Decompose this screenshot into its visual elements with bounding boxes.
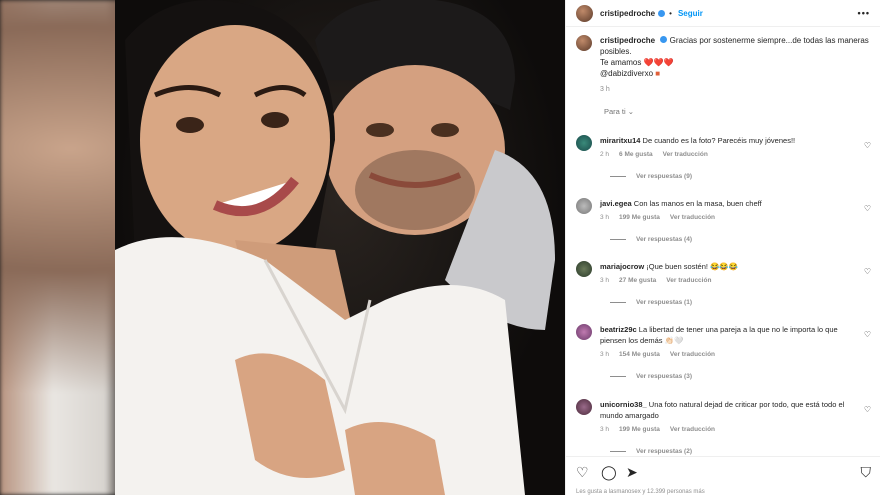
- caption-line2: Te amamos: [600, 58, 642, 67]
- comment-time: 3 h: [600, 351, 610, 358]
- post-caption: cristipedroche Gracias por sostenerme si…: [566, 27, 880, 95]
- comment-item: mariajocrow ¡Que buen sostén! 😂😂😂 3 h 27 …: [576, 261, 871, 306]
- comment-text: De cuando es la foto? Parecéis muy jóven…: [642, 136, 796, 145]
- comment-like-heart-icon[interactable]: ♡: [864, 330, 871, 339]
- comment-like-heart-icon[interactable]: ♡: [864, 141, 871, 150]
- view-replies-link[interactable]: Ver respuestas (4): [610, 236, 871, 243]
- for-you-label: Para ti: [604, 107, 626, 116]
- verified-badge-icon: [660, 36, 668, 43]
- translate-link[interactable]: Ver traducción: [663, 149, 708, 160]
- separator-dot: •: [669, 8, 672, 18]
- translate-link[interactable]: Ver traducción: [670, 212, 715, 223]
- translate-link[interactable]: Ver traducción: [670, 424, 715, 435]
- caption-time: 3 h: [600, 86, 610, 93]
- comment-username[interactable]: beatriz29c: [600, 325, 637, 334]
- comment-likes[interactable]: 199 Me gusta: [619, 212, 660, 223]
- comment-time: 3 h: [600, 426, 610, 433]
- commenter-avatar[interactable]: [576, 324, 592, 340]
- caption-mention[interactable]: @dabizdiverxo: [600, 69, 653, 78]
- comment-item: miraritxu14 De cuando es la foto? Parecé…: [576, 135, 871, 180]
- comment-time: 3 h: [600, 277, 610, 284]
- comment-item: javi.egea Con las manos en la masa, buen…: [576, 198, 871, 243]
- translate-link[interactable]: Ver traducción: [670, 349, 715, 360]
- follow-button[interactable]: Seguir: [678, 9, 703, 18]
- comment-text: ¡Que buen sostén! 😂😂😂: [646, 262, 739, 271]
- chevron-down-icon: ⌄: [627, 107, 635, 116]
- post-photo: [115, 0, 565, 495]
- comment-likes[interactable]: 199 Me gusta: [619, 424, 660, 435]
- view-replies-link[interactable]: Ver respuestas (3): [610, 373, 871, 380]
- comment-text: Con las manos en la masa, buen cheff: [633, 199, 762, 208]
- author-username[interactable]: cristipedroche: [600, 9, 655, 18]
- more-options-icon[interactable]: •••: [858, 8, 870, 18]
- heart-icon[interactable]: ♡: [576, 465, 589, 479]
- for-you-filter[interactable]: Para ti ⌄: [566, 95, 880, 116]
- commenter-avatar[interactable]: [576, 135, 592, 151]
- share-icon[interactable]: ➤: [626, 465, 638, 479]
- comment-like-heart-icon[interactable]: ♡: [864, 405, 871, 414]
- commenter-avatar[interactable]: [576, 198, 592, 214]
- comment-username[interactable]: unicornio38_: [600, 400, 647, 409]
- comment-username[interactable]: mariajocrow: [600, 262, 644, 271]
- photo-illustration: [115, 0, 555, 495]
- post-side-panel: cristipedroche • Seguir ••• cristipedroc…: [565, 0, 880, 495]
- comment-likes[interactable]: 6 Me gusta: [619, 149, 653, 160]
- likes-summary[interactable]: Les gusta a lasmanosex y 12.399 personas…: [576, 489, 705, 495]
- comment-icon[interactable]: ◯: [601, 465, 617, 479]
- view-replies-link[interactable]: Ver respuestas (2): [610, 448, 871, 455]
- commenter-avatar[interactable]: [576, 399, 592, 415]
- comment-like-heart-icon[interactable]: ♡: [864, 267, 871, 276]
- view-replies-link[interactable]: Ver respuestas (9): [610, 173, 871, 180]
- caption-emoji: ■: [655, 69, 661, 78]
- translate-link[interactable]: Ver traducción: [666, 275, 711, 286]
- verified-badge-icon: [658, 9, 666, 17]
- bookmark-icon[interactable]: ⛉: [861, 465, 872, 479]
- comment-item: beatriz29c La libertad de tener una pare…: [576, 324, 871, 380]
- post-actions-bar: ♡ ◯ ➤ ⛉ Les gusta a lasmanosex y 12.399 …: [566, 456, 880, 495]
- author-avatar[interactable]: [576, 4, 593, 22]
- comment-item: unicornio38_ Una foto natural dejad de c…: [576, 399, 871, 455]
- comment-username[interactable]: miraritxu14: [600, 136, 640, 145]
- caption-avatar[interactable]: [576, 35, 592, 51]
- comment-likes[interactable]: 27 Me gusta: [619, 275, 656, 286]
- comment-time: 3 h: [600, 214, 610, 221]
- comment-likes[interactable]: 154 Me gusta: [619, 349, 660, 360]
- caption-hearts: ❤️❤️❤️: [643, 58, 674, 67]
- post-header: cristipedroche • Seguir •••: [566, 0, 880, 27]
- comment-time: 2 h: [600, 151, 610, 158]
- caption-username[interactable]: cristipedroche: [600, 36, 655, 45]
- comment-username[interactable]: javi.egea: [600, 199, 632, 208]
- comment-like-heart-icon[interactable]: ♡: [864, 204, 871, 213]
- commenter-avatar[interactable]: [576, 261, 592, 277]
- view-replies-link[interactable]: Ver respuestas (1): [610, 299, 871, 306]
